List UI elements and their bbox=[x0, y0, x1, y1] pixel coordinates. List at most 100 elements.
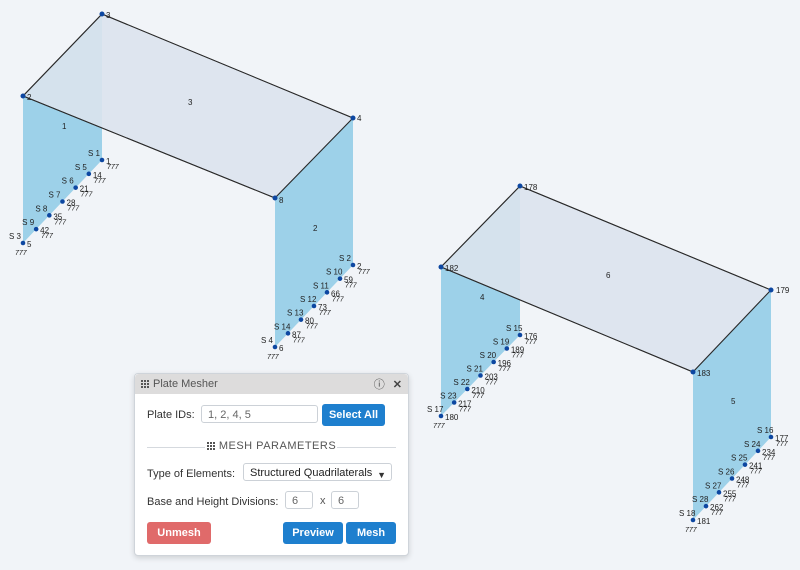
fixity-label: 777 bbox=[319, 310, 332, 317]
base-divisions-input[interactable]: 6 bbox=[285, 491, 313, 509]
support-label: S 12 bbox=[300, 295, 317, 304]
support-label: S 18 bbox=[679, 509, 696, 518]
node-179[interactable] bbox=[768, 287, 774, 293]
divisions-label: Base and Height Divisions: bbox=[147, 496, 279, 508]
fixity-label: 777 bbox=[41, 233, 54, 240]
support-node[interactable] bbox=[350, 262, 356, 268]
node-number-label: 5 bbox=[27, 240, 32, 249]
unmesh-button[interactable]: Unmesh bbox=[147, 522, 211, 544]
support-label: S 4 bbox=[261, 336, 274, 345]
support-node[interactable] bbox=[47, 213, 52, 218]
fixity-label: 777 bbox=[486, 380, 499, 387]
node-label-179: 179 bbox=[776, 286, 790, 295]
support-node[interactable] bbox=[285, 331, 291, 336]
node-183[interactable] bbox=[690, 369, 696, 375]
plate-ids-label: Plate IDs: bbox=[147, 409, 195, 421]
fixity-label: 777 bbox=[472, 393, 485, 400]
support-node[interactable] bbox=[755, 448, 761, 454]
node-number-label: 6 bbox=[279, 344, 284, 353]
support-node[interactable] bbox=[504, 346, 510, 351]
node-number-label: 181 bbox=[697, 517, 711, 526]
node-2[interactable] bbox=[20, 93, 26, 99]
support-node[interactable] bbox=[703, 503, 709, 509]
fixity-label: 777 bbox=[54, 219, 67, 226]
fixity-label: 777 bbox=[293, 337, 306, 344]
support-label: S 16 bbox=[757, 426, 774, 435]
support-label: S 24 bbox=[744, 440, 761, 449]
plate-label-1: 1 bbox=[62, 122, 67, 131]
plate-label-4: 4 bbox=[480, 293, 485, 302]
support-label: S 17 bbox=[427, 405, 444, 414]
support-node[interactable] bbox=[99, 157, 105, 163]
select-all-button[interactable]: Select All bbox=[322, 404, 385, 426]
support-label: S 20 bbox=[480, 351, 497, 360]
fixity-label: 777 bbox=[685, 527, 698, 534]
support-label: S 8 bbox=[35, 204, 48, 213]
fixity-label: 777 bbox=[525, 339, 538, 346]
support-node[interactable] bbox=[729, 476, 735, 481]
support-node[interactable] bbox=[716, 490, 722, 495]
node-8[interactable] bbox=[272, 195, 278, 201]
type-of-elements-value: Structured Quadrilaterals bbox=[250, 467, 373, 479]
info-icon[interactable]: ⓘ bbox=[374, 376, 385, 392]
node-label-183: 183 bbox=[697, 369, 711, 378]
fixity-label: 777 bbox=[433, 423, 446, 430]
fixity-label: 777 bbox=[750, 469, 763, 476]
fixity-label: 777 bbox=[94, 178, 107, 185]
close-icon[interactable]: ✕ bbox=[393, 378, 402, 391]
support-label: S 6 bbox=[62, 177, 75, 186]
support-node[interactable] bbox=[337, 276, 343, 281]
support-label: S 11 bbox=[313, 281, 329, 290]
support-node[interactable] bbox=[60, 199, 65, 204]
grid-icon bbox=[206, 442, 215, 451]
support-node[interactable] bbox=[517, 332, 523, 338]
support-label: S 27 bbox=[705, 481, 722, 490]
panel-header[interactable]: Plate Mesher ⓘ ✕ bbox=[135, 374, 408, 394]
node-178[interactable] bbox=[517, 183, 523, 189]
support-node[interactable] bbox=[86, 171, 92, 177]
node-182[interactable] bbox=[438, 264, 444, 270]
support-node[interactable] bbox=[311, 303, 317, 309]
chevron-down-icon: ▼ bbox=[377, 470, 386, 480]
support-node[interactable] bbox=[33, 226, 39, 232]
support-node[interactable] bbox=[690, 517, 696, 523]
support-label: S 2 bbox=[339, 254, 352, 263]
support-label: S 13 bbox=[287, 309, 304, 318]
preview-button[interactable]: Preview bbox=[283, 522, 343, 544]
support-node[interactable] bbox=[465, 386, 470, 392]
plate-label-2: 2 bbox=[313, 224, 318, 233]
support-label: S 1 bbox=[88, 149, 101, 158]
support-node[interactable] bbox=[491, 359, 496, 365]
node-label-3: 3 bbox=[106, 11, 111, 20]
mesh-parameters-heading: MESH PARAMETERS bbox=[135, 440, 408, 452]
support-node[interactable] bbox=[742, 462, 748, 467]
section-title: MESH PARAMETERS bbox=[218, 440, 337, 452]
support-node[interactable] bbox=[20, 240, 26, 246]
support-node[interactable] bbox=[298, 317, 304, 322]
support-label: S 19 bbox=[493, 338, 510, 347]
support-label: S 9 bbox=[22, 218, 35, 227]
fixity-label: 777 bbox=[459, 407, 472, 414]
support-label: S 23 bbox=[440, 392, 457, 401]
support-label: S 3 bbox=[9, 232, 22, 241]
support-label: S 10 bbox=[326, 268, 343, 277]
support-node[interactable] bbox=[768, 434, 774, 440]
node-3[interactable] bbox=[99, 11, 105, 17]
mesh-button[interactable]: Mesh bbox=[346, 522, 396, 544]
fixity-label: 777 bbox=[737, 483, 750, 490]
support-node[interactable] bbox=[272, 344, 278, 350]
support-node[interactable] bbox=[438, 413, 444, 419]
support-node[interactable] bbox=[324, 290, 330, 295]
fixity-label: 777 bbox=[15, 250, 28, 257]
support-node[interactable] bbox=[478, 373, 483, 378]
node-4[interactable] bbox=[350, 115, 356, 121]
fixity-label: 777 bbox=[81, 192, 94, 199]
support-label: S 28 bbox=[692, 495, 709, 504]
support-node[interactable] bbox=[451, 400, 457, 405]
support-node[interactable] bbox=[73, 185, 78, 190]
height-divisions-input[interactable]: 6 bbox=[331, 491, 359, 509]
plate-label-5: 5 bbox=[731, 397, 736, 406]
fixity-label: 777 bbox=[512, 353, 525, 360]
type-of-elements-select[interactable]: Structured Quadrilaterals ▼ bbox=[243, 463, 392, 481]
plate-ids-input[interactable]: 1, 2, 4, 5 bbox=[201, 405, 318, 423]
